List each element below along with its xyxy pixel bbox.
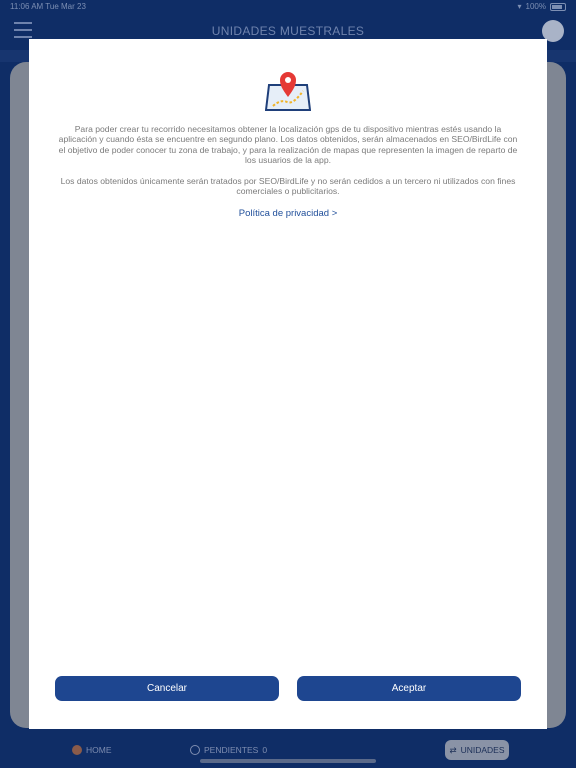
status-time-text: 11:06 AM (10, 2, 44, 11)
battery-percent: 100% (525, 2, 546, 11)
data-usage-message: Los datos obtenidos únicamente serán tra… (60, 176, 516, 197)
permission-message: Para poder crear tu recorrido necesitamo… (58, 124, 518, 165)
tab-home[interactable]: HOME (72, 740, 112, 760)
pending-icon (190, 745, 200, 755)
home-icon (72, 745, 82, 755)
status-date-text: Tue Mar 23 (45, 2, 86, 11)
route-icon: ⇄ (449, 744, 457, 755)
tab-units-label: UNIDADES (460, 745, 505, 755)
tab-units[interactable]: ⇄ UNIDADES (445, 740, 509, 760)
status-bar: 11:06 AM Tue Mar 23 ▾ 100% (0, 0, 576, 14)
home-indicator (200, 759, 376, 763)
tab-pending-label: PENDIENTES (204, 745, 259, 755)
page-title: UNIDADES MUESTRALES (211, 24, 365, 38)
pending-count: 0 (262, 745, 268, 755)
cancel-button[interactable]: Cancelar (55, 676, 279, 701)
tab-pending[interactable]: PENDIENTES 0 (190, 740, 267, 760)
tab-home-label: HOME (86, 745, 112, 755)
accept-button[interactable]: Aceptar (297, 676, 521, 701)
status-right: ▾ 100% (518, 2, 566, 11)
privacy-policy-link[interactable]: Política de privacidad > (29, 208, 547, 219)
wifi-icon: ▾ (517, 2, 522, 11)
location-permission-modal: Para poder crear tu recorrido necesitamo… (29, 39, 547, 729)
status-time: 11:06 AM Tue Mar 23 (10, 2, 86, 11)
battery-icon (550, 2, 566, 11)
map-location-icon (265, 72, 311, 111)
